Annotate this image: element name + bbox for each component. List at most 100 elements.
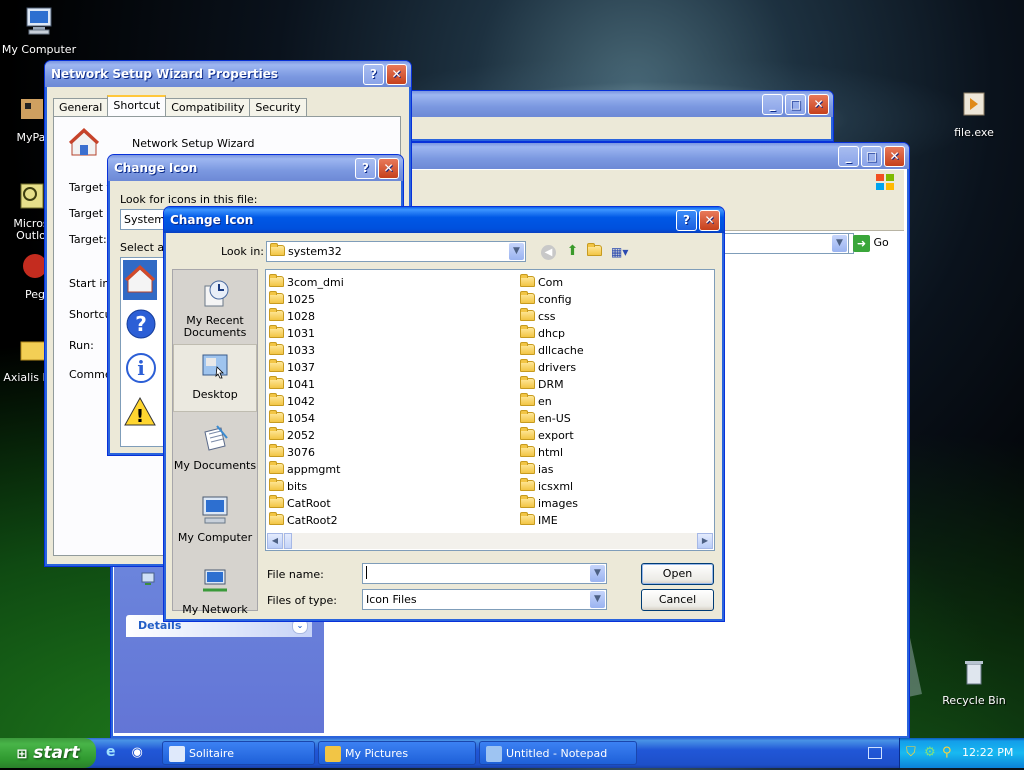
horizontal-scrollbar[interactable]: ◀ ▶ [267, 533, 713, 549]
change-icon-dialog[interactable]: Change Icon ? ✕ Look in: system32 ▼ ◀ ⬆ … [163, 206, 725, 622]
help-circle-icon[interactable]: ? [125, 308, 157, 340]
folder-item[interactable]: Com [520, 274, 584, 291]
folder-item[interactable]: 1054 [269, 410, 344, 427]
new-folder-icon[interactable] [587, 243, 605, 258]
scroll-left-icon[interactable]: ◀ [267, 533, 283, 549]
close-icon[interactable]: ✕ [386, 64, 407, 85]
back-icon[interactable]: ◀ [541, 245, 556, 260]
folder-item[interactable]: 3com_dmi [269, 274, 344, 291]
folder-item[interactable]: 3076 [269, 444, 344, 461]
maximize-icon[interactable]: □ [785, 94, 806, 115]
task-my-pictures[interactable]: My Pictures [318, 741, 476, 765]
place-desktop[interactable]: Desktop [173, 344, 257, 412]
folder-item[interactable]: css [520, 308, 584, 325]
up-folder-icon[interactable]: ⬆ [564, 243, 581, 260]
folder-item[interactable]: dhcp [520, 325, 584, 342]
folder-icon [270, 243, 285, 256]
folder-item[interactable]: bits [269, 478, 344, 495]
explorer-address-input[interactable]: ▼ [723, 233, 849, 254]
minimize-icon[interactable]: _ [762, 94, 783, 115]
view-menu-icon[interactable]: ▦▾ [611, 244, 635, 260]
change-icon-titlebar[interactable]: Change Icon ? ✕ [164, 207, 724, 233]
help-icon[interactable]: ? [676, 210, 697, 231]
warning-icon[interactable]: ! [123, 396, 157, 428]
folder-item[interactable]: html [520, 444, 584, 461]
folder-item[interactable]: CatRoot [269, 495, 344, 512]
scroll-right-icon[interactable]: ▶ [697, 533, 713, 549]
folder-item[interactable]: icsxml [520, 478, 584, 495]
security-shield-icon[interactable]: ⛉ [906, 738, 916, 768]
close-icon[interactable]: ✕ [378, 158, 399, 179]
folder-item[interactable]: 1037 [269, 359, 344, 376]
folder-column-1: 3com_dmi 1025 1028 1031 1033 1037 1041 1042 1054… [269, 274, 344, 529]
desktop-icon [202, 354, 228, 379]
tab-security[interactable]: Security [249, 98, 307, 118]
properties-titlebar[interactable]: Network Setup Wizard Properties ? ✕ [45, 61, 411, 87]
folder-item[interactable]: en [520, 393, 584, 410]
close-icon[interactable]: ✕ [808, 94, 829, 115]
start-button[interactable]: ⊞ start [0, 738, 96, 768]
notepad-icon [486, 746, 502, 762]
folder-list[interactable]: 3com_dmi 1025 1028 1031 1033 1037 1041 1042 1054… [265, 269, 715, 551]
change-icon-back-titlebar[interactable]: Change Icon ? ✕ [108, 155, 403, 181]
explorer-go-button[interactable]: ➜ Go [853, 233, 889, 253]
folder-item[interactable]: appmgmt [269, 461, 344, 478]
tab-compatibility[interactable]: Compatibility [165, 98, 251, 118]
folder-item[interactable]: 1041 [269, 376, 344, 393]
folder-item[interactable]: ias [520, 461, 584, 478]
chevron-down-icon[interactable]: ▼ [590, 591, 605, 608]
folder-item[interactable]: config [520, 291, 584, 308]
maximize-icon[interactable]: □ [861, 146, 882, 167]
open-button[interactable]: Open [641, 563, 714, 585]
files-of-type-select[interactable]: Icon Files ▼ [362, 589, 607, 610]
place-my-documents[interactable]: My Documents [173, 416, 257, 484]
explorer-back-titlebar[interactable]: _ □ ✕ [401, 91, 833, 117]
help-icon[interactable]: ? [355, 158, 376, 179]
file-name-input[interactable]: ▼ [362, 563, 607, 584]
properties-title: Network Setup Wizard Properties [51, 67, 279, 81]
network-status-icon[interactable]: ⚙ [924, 738, 936, 768]
folder-item[interactable]: dllcache [520, 342, 584, 359]
scroll-thumb[interactable] [284, 533, 292, 549]
chevron-down-icon[interactable]: ▼ [832, 235, 847, 252]
desktop-icon-recycle-bin[interactable]: Recycle Bin [935, 656, 1013, 707]
folder-item[interactable]: CatRoot2 [269, 512, 344, 529]
place-my-recent-documents[interactable]: My Recent Documents [173, 272, 257, 340]
place-my-network[interactable]: My Network [173, 560, 257, 616]
folder-item[interactable]: 1028 [269, 308, 344, 325]
look-in-select[interactable]: system32 ▼ [266, 241, 526, 262]
close-icon[interactable]: ✕ [884, 146, 905, 167]
folder-item[interactable]: 1033 [269, 342, 344, 359]
folder-item[interactable]: 1042 [269, 393, 344, 410]
folder-item[interactable]: export [520, 427, 584, 444]
tab-general[interactable]: General [53, 98, 109, 118]
media-player-icon[interactable]: ◉ [132, 745, 148, 761]
explorer-window-back[interactable]: _ □ ✕ [400, 90, 834, 142]
folder-item[interactable]: images [520, 495, 584, 512]
task-notepad[interactable]: Untitled - Notepad [479, 741, 637, 765]
home-network-icon[interactable] [123, 260, 157, 300]
chevron-down-icon[interactable]: ▼ [509, 243, 524, 260]
folder-icon [269, 410, 284, 423]
folder-item[interactable]: drivers [520, 359, 584, 376]
folder-item[interactable]: IME [520, 512, 584, 529]
keyboard-icon[interactable] [868, 747, 882, 759]
task-solitaire[interactable]: Solitaire [162, 741, 315, 765]
close-icon[interactable]: ✕ [699, 210, 720, 231]
search-icon[interactable]: ⚲ [942, 738, 952, 768]
folder-item[interactable]: 1025 [269, 291, 344, 308]
place-my-computer[interactable]: My Computer [173, 488, 257, 556]
help-icon[interactable]: ? [363, 64, 384, 85]
internet-explorer-icon[interactable]: e [106, 744, 122, 760]
folder-item[interactable]: 1031 [269, 325, 344, 342]
cancel-button[interactable]: Cancel [641, 589, 714, 611]
folder-item[interactable]: en-US [520, 410, 584, 427]
minimize-icon[interactable]: _ [838, 146, 859, 167]
folder-icon [520, 461, 535, 474]
desktop-icon-my-computer[interactable]: My Computer [0, 5, 78, 56]
chevron-down-icon[interactable]: ▼ [590, 565, 605, 582]
info-icon[interactable]: i [125, 352, 157, 384]
folder-item[interactable]: 2052 [269, 427, 344, 444]
folder-item[interactable]: DRM [520, 376, 584, 393]
desktop-icon-file-exe[interactable]: file.exe [935, 88, 1013, 139]
